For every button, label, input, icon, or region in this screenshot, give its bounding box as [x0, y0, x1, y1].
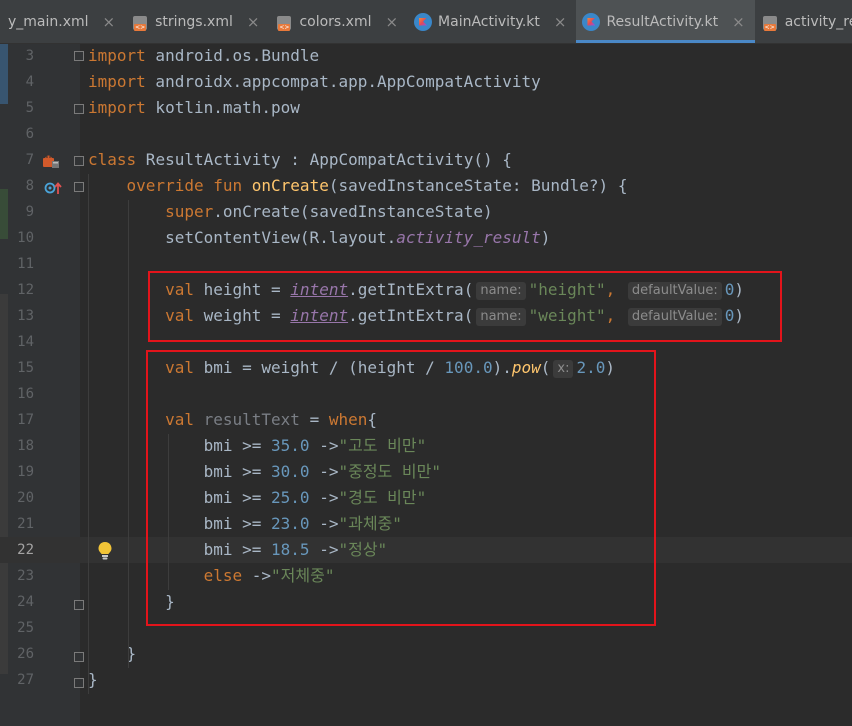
line-number: 4 [25, 74, 34, 90]
line-number: 19 [17, 464, 34, 480]
tab-y-main-xml[interactable]: y_main.xml × [0, 0, 125, 43]
line-number: 14 [17, 334, 34, 350]
code-token: super [165, 202, 214, 221]
code-line[interactable]: 27} [0, 667, 852, 693]
line-number: 5 [25, 100, 34, 116]
fold-marker[interactable] [74, 156, 84, 166]
tab-label: activity_result.xm [784, 13, 852, 30]
close-tab-icon[interactable]: × [247, 13, 260, 31]
code-token: activity_result [396, 228, 541, 247]
close-tab-icon[interactable]: × [385, 13, 398, 31]
code-text: import kotlin.math.pow [88, 95, 300, 121]
line-number: 10 [17, 230, 34, 246]
line-number: 7 [25, 152, 34, 168]
line-number: 11 [17, 256, 34, 272]
line-number: 24 [17, 594, 34, 610]
tab-label: MainActivity.kt [438, 13, 540, 30]
line-number: 12 [17, 282, 34, 298]
fold-marker[interactable] [74, 678, 84, 688]
line-number: 16 [17, 386, 34, 402]
code-text: import androidx.appcompat.app.AppCompatA… [88, 69, 541, 95]
android-class-icon[interactable] [42, 153, 60, 169]
close-tab-icon[interactable]: × [103, 13, 116, 31]
highlight-box-bmi-calculation [146, 350, 656, 626]
code-line[interactable]: 5 import kotlin.math.pow [0, 95, 852, 121]
xml-file-icon: <> [275, 13, 293, 31]
editor-tab-bar: y_main.xml × <> strings.xml × <> colors.xml × Ma… [0, 0, 852, 44]
kotlin-file-icon [414, 12, 433, 31]
override-method-icon[interactable] [44, 180, 62, 196]
highlight-box-intent-extras [148, 271, 782, 342]
code-token: ) [540, 228, 551, 247]
line-number: 25 [17, 620, 34, 636]
fold-marker[interactable] [74, 182, 84, 192]
code-token: import [88, 98, 146, 117]
line-number: 18 [17, 438, 34, 454]
tab-resultactivity-kt[interactable]: ResultActivity.kt × [576, 0, 755, 43]
code-text: setContentView(R.layout.activity_result) [88, 225, 550, 251]
fold-marker[interactable] [74, 600, 84, 610]
tab-label: strings.xml [155, 13, 233, 30]
tab-label: ResultActivity.kt [606, 13, 719, 30]
fold-marker[interactable] [74, 652, 84, 662]
line-number: 17 [17, 412, 34, 428]
code-token: kotlin.math.pow [145, 98, 300, 117]
code-token: import [88, 46, 146, 65]
line-number: 9 [25, 204, 34, 220]
code-line[interactable]: 4 import androidx.appcompat.app.AppCompat… [0, 69, 852, 95]
indent-guide [128, 200, 129, 668]
code-token: setContentView(R.layout. [88, 228, 397, 247]
code-token: } [88, 670, 98, 689]
line-number: 15 [17, 360, 34, 376]
tab-label: colors.xml [299, 13, 372, 30]
line-number: 23 [17, 568, 34, 584]
xml-file-icon: <> [131, 13, 149, 31]
close-tab-icon[interactable]: × [554, 13, 567, 31]
code-token: override fun [126, 176, 252, 195]
kotlin-file-icon [582, 12, 601, 31]
tab-strings-xml[interactable]: <> strings.xml × [125, 0, 269, 43]
fold-marker[interactable] [74, 51, 84, 61]
tab-colors-xml[interactable]: <> colors.xml × [269, 0, 408, 43]
line-number: 13 [17, 308, 34, 324]
tab-activity-result-xm[interactable]: <> activity_result.xm [755, 0, 852, 43]
indent-guide [88, 174, 89, 694]
code-line[interactable]: 6 [0, 121, 852, 147]
code-editor[interactable]: 3 import android.os.Bundle 4 import android… [0, 44, 852, 726]
code-token: onCreate [251, 176, 329, 195]
lightbulb-icon[interactable] [97, 541, 113, 561]
code-token: class [88, 150, 137, 169]
code-token: androidx.appcompat.app.AppCompatActivity [145, 72, 541, 91]
line-number: 26 [17, 646, 34, 662]
close-tab-icon[interactable]: × [732, 13, 745, 31]
code-token: .onCreate(savedInstanceState) [213, 202, 493, 221]
line-number: 6 [25, 126, 34, 142]
code-token: (savedInstanceState: Bundle?) { [328, 176, 628, 195]
xml-file-icon: <> [761, 13, 779, 31]
code-text: override fun onCreate(savedInstanceState… [88, 173, 628, 199]
line-number: 8 [25, 178, 34, 194]
line-number: 21 [17, 516, 34, 532]
line-number: 22 [17, 542, 34, 558]
code-line[interactable]: 7 class ResultActivity : AppCompatActivit… [0, 147, 852, 173]
line-number: 20 [17, 490, 34, 506]
code-text: class ResultActivity : AppCompatActivity… [88, 147, 512, 173]
line-number: 27 [17, 672, 34, 688]
code-line[interactable]: 8 override fun onCreate(savedInstanceSta… [0, 173, 852, 199]
code-line[interactable]: 3 import android.os.Bundle [0, 43, 852, 69]
code-text: import android.os.Bundle [88, 43, 319, 69]
code-token: ResultActivity : AppCompatActivity() { [136, 150, 512, 169]
code-text: super.onCreate(savedInstanceState) [88, 199, 493, 225]
code-token: android.os.Bundle [145, 46, 320, 65]
fold-marker[interactable] [74, 104, 84, 114]
tab-mainactivity-kt[interactable]: MainActivity.kt × [408, 0, 576, 43]
code-text: } [88, 667, 98, 693]
tab-label: y_main.xml [8, 13, 89, 30]
code-token: import [88, 72, 146, 91]
line-number: 3 [25, 48, 34, 64]
